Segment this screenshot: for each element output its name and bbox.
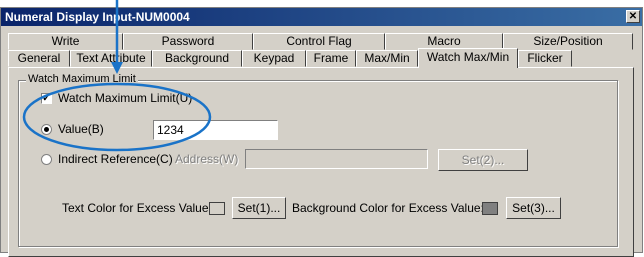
bg-color-swatch [482,202,498,215]
tab-row-2: General Text Attribute Background Keypad… [8,48,572,68]
tab-max-min[interactable]: Max/Min [356,50,418,67]
indirect-reference-radio[interactable] [41,154,52,165]
address-input[interactable] [245,149,428,169]
value-input[interactable]: 1234 [153,120,278,140]
tab-watch-max-min[interactable]: Watch Max/Min [418,48,518,68]
value-radio-label: Value(B) [58,122,104,136]
tab-control-flag[interactable]: Control Flag [253,33,385,50]
title-bar[interactable]: Numeral Display Input-NUM0004 ✕ [1,8,642,26]
tab-password[interactable]: Password [123,33,253,50]
window-title: Numeral Display Input-NUM0004 [5,10,190,24]
group-label: Watch Maximum Limit [26,73,138,85]
text-color-label: Text Color for Excess Value: [62,201,212,215]
tab-frame[interactable]: Frame [306,50,356,67]
tab-background[interactable]: Background [152,50,242,67]
set3-button[interactable]: Set(3)... [506,197,561,219]
value-radio[interactable] [41,124,52,135]
tab-text-attribute[interactable]: Text Attribute [70,50,152,67]
address-label: Address(W) [175,152,239,166]
set1-button[interactable]: Set(1)... [232,197,286,219]
tab-general[interactable]: General [8,50,70,67]
tab-row-1: Write Password Control Flag Macro Size/P… [8,33,633,50]
watch-maximum-limit-checkbox[interactable]: ✓ [41,93,52,104]
tab-write[interactable]: Write [8,33,123,50]
tab-flicker[interactable]: Flicker [518,50,572,67]
indirect-reference-label: Indirect Reference(C) [58,152,173,166]
tab-size-position[interactable]: Size/Position [503,33,633,50]
text-color-swatch [209,202,225,215]
set2-button[interactable]: Set(2)... [438,149,528,171]
watch-maximum-limit-label: Watch Maximum Limit(U) [58,91,193,105]
close-button[interactable]: ✕ [626,10,640,23]
tab-keypad[interactable]: Keypad [242,50,306,67]
bg-color-label: Background Color for Excess Value: [292,201,484,215]
